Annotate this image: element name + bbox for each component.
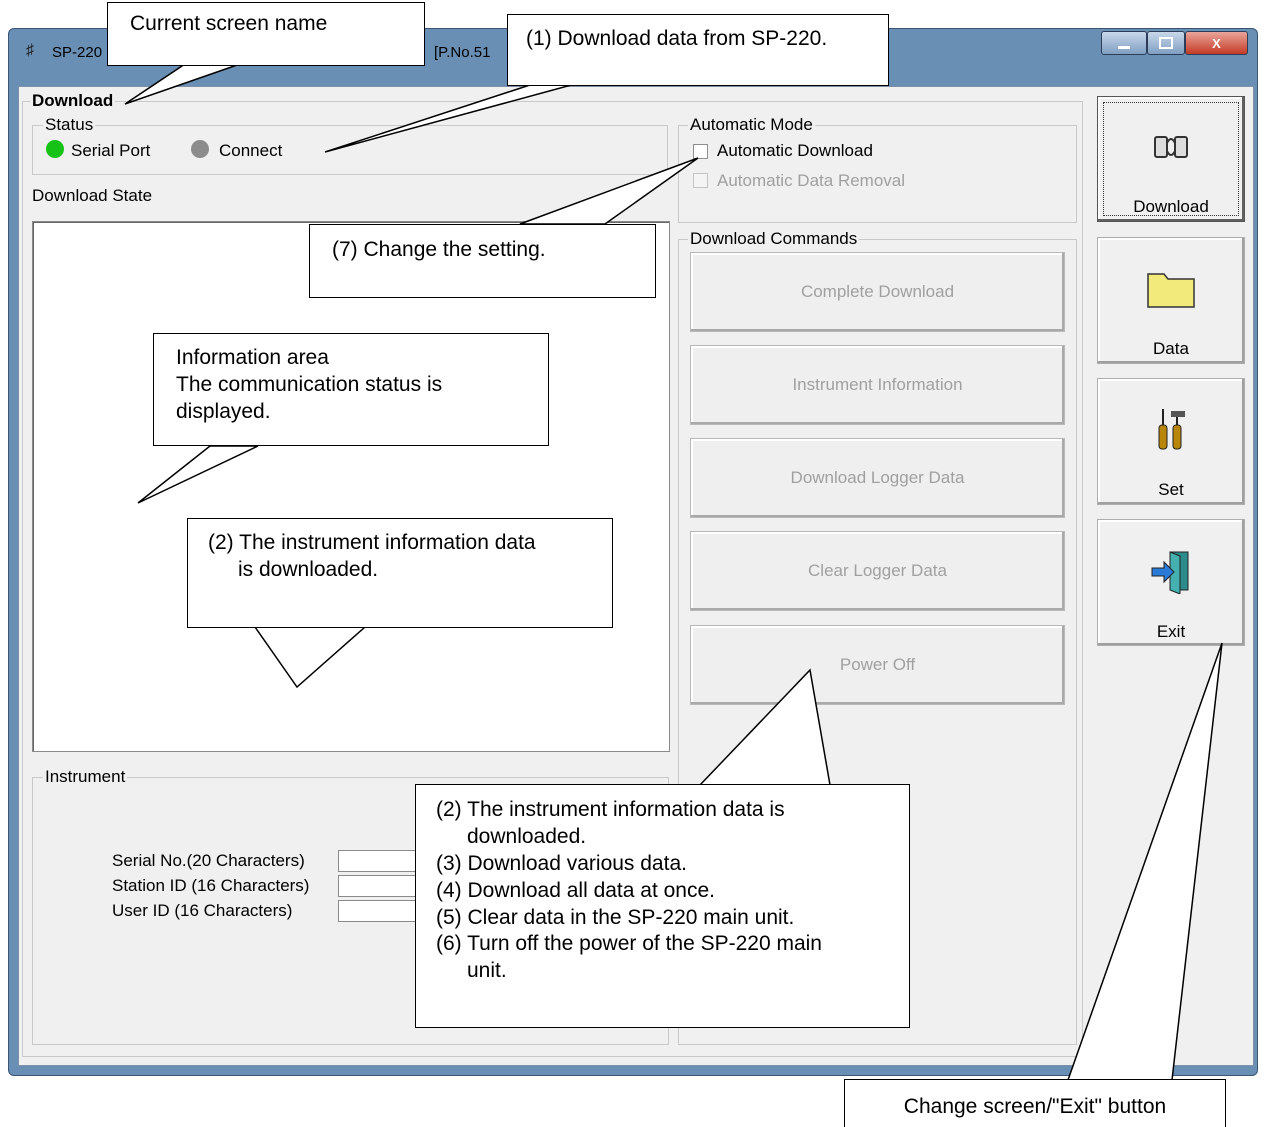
callout-info-area-line-3: displayed. (176, 399, 271, 423)
callout-exit-button-text: Change screen/"Exit" button (903, 1095, 1167, 1118)
callout-instrument-info-line-1: (2) The instrument information data (208, 531, 536, 554)
callout-commands: (2) The instrument information data is d… (415, 784, 910, 1028)
callout-instrument-info-line-2: is downloaded. (238, 557, 379, 581)
callout-info-area-line-1: Information area (176, 346, 329, 369)
callout-info-area-line-2: The communication status is (176, 372, 443, 396)
callout-commands-line-1: (2) The instrument information data is (436, 798, 785, 821)
callout-change-setting: (7) Change the setting. (309, 224, 656, 298)
callout-commands-line-2: downloaded. (467, 824, 587, 848)
callout-instrument-info: (2) The instrument information data is d… (187, 518, 613, 628)
callout-screen-name: Current screen name (107, 2, 425, 66)
callout-change-setting-text: (7) Change the setting. (332, 238, 546, 261)
callout-commands-line-6: (6) Turn off the power of the SP-220 mai… (436, 932, 822, 956)
callout-commands-line-5: (5) Clear data in the SP-220 main unit. (436, 905, 795, 929)
callout-commands-line-7: unit. (467, 959, 507, 983)
callout-exit-button: Change screen/"Exit" button (844, 1079, 1226, 1127)
callout-commands-line-4: (4) Download all data at once. (436, 878, 715, 902)
callout-commands-line-3: (3) Download various data. (436, 851, 687, 875)
callout-download-data-text: (1) Download data from SP-220. (526, 27, 828, 50)
callout-info-area: Information area The communication statu… (153, 333, 549, 446)
callout-download-data: (1) Download data from SP-220. (507, 14, 889, 86)
callout-screen-name-text: Current screen name (130, 12, 328, 35)
